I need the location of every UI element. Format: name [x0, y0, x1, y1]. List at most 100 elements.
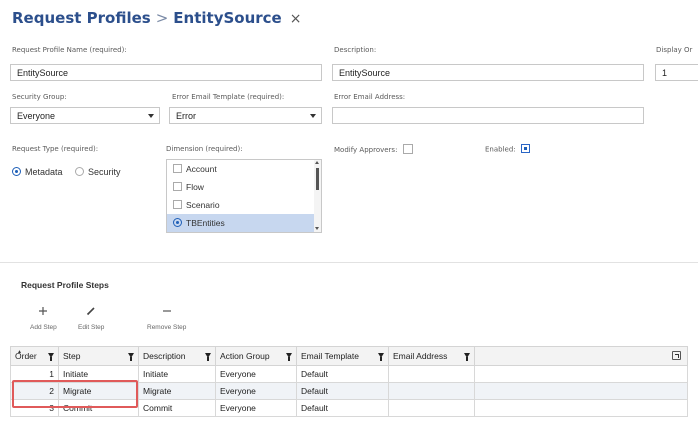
error-email-address-label: Error Email Address:	[334, 93, 406, 101]
filter-icon[interactable]	[378, 353, 384, 361]
breadcrumb-root[interactable]: Request Profiles	[12, 9, 151, 27]
cell-order[interactable]: 1	[10, 365, 59, 383]
scroll-down-icon[interactable]	[315, 227, 319, 230]
list-item-label: Scenario	[186, 200, 220, 210]
cell-action-group[interactable]: Everyone	[215, 382, 297, 400]
cell-description[interactable]: Initiate	[138, 365, 216, 383]
cell-step[interactable]: Initiate	[58, 365, 139, 383]
cell-action-group[interactable]: Everyone	[215, 365, 297, 383]
filter-icon[interactable]	[128, 353, 134, 361]
radio-empty-icon	[75, 167, 85, 177]
radio-metadata-label: Metadata	[25, 167, 63, 177]
minus-icon	[147, 306, 186, 320]
radio-selected-icon	[12, 167, 21, 177]
section-divider	[0, 262, 698, 263]
checkbox-icon	[173, 182, 182, 192]
cell-action-group[interactable]: Everyone	[215, 399, 297, 417]
list-item[interactable]: Flow	[167, 178, 321, 196]
request-type-group: Metadata Security	[12, 167, 121, 177]
cell-spacer	[474, 382, 688, 400]
filter-icon[interactable]	[464, 353, 470, 361]
radio-security[interactable]: Security	[75, 167, 121, 177]
security-group-value: Everyone	[17, 111, 56, 121]
list-item[interactable]: Scenario	[167, 196, 321, 214]
column-chooser-icon[interactable]	[672, 351, 681, 360]
list-item-label: TBEntities	[186, 218, 225, 228]
cell-description[interactable]: Migrate	[138, 382, 216, 400]
table-row[interactable]: 3 Commit Commit Everyone Default	[10, 399, 688, 417]
chevron-down-icon	[310, 114, 316, 118]
sort-indicator-icon: ▲	[17, 349, 22, 355]
col-header-order[interactable]: ▲ Order	[10, 346, 59, 366]
table-row[interactable]: 1 Initiate Initiate Everyone Default	[10, 365, 688, 383]
name-label: Request Profile Name (required):	[12, 46, 127, 54]
listbox-scrollbar[interactable]	[314, 160, 321, 232]
security-group-label: Security Group:	[12, 93, 67, 101]
col-header-action-group[interactable]: Action Group	[215, 346, 297, 366]
error-email-template-value: Error	[176, 111, 196, 121]
error-email-address-field[interactable]	[332, 107, 644, 124]
radio-metadata[interactable]: Metadata	[12, 167, 63, 177]
list-item-label: Account	[186, 164, 217, 174]
description-label: Description:	[334, 46, 377, 54]
cell-step[interactable]: Commit	[58, 399, 139, 417]
checkbox-icon	[173, 200, 182, 210]
cell-spacer	[474, 399, 688, 417]
cell-order[interactable]: 2	[10, 382, 59, 400]
filter-icon[interactable]	[48, 353, 54, 361]
filter-icon[interactable]	[286, 353, 292, 361]
col-header-description[interactable]: Description	[138, 346, 216, 366]
cell-order[interactable]: 3	[10, 399, 59, 417]
edit-step-button[interactable]: Edit Step	[78, 306, 104, 331]
col-header-label: Email Template	[301, 351, 359, 361]
steps-section-title: Request Profile Steps	[21, 280, 109, 290]
remove-step-button[interactable]: Remove Step	[147, 306, 186, 331]
error-email-template-select[interactable]: Error	[169, 107, 322, 124]
col-header-step[interactable]: Step	[58, 346, 139, 366]
cell-email-address[interactable]	[388, 382, 475, 400]
table-row[interactable]: 2 Migrate Migrate Everyone Default	[10, 382, 688, 400]
modify-approvers-label: Modify Approvers:	[334, 146, 398, 154]
enabled: Enabled:	[485, 144, 534, 154]
name-field[interactable]: EntitySource	[10, 64, 322, 81]
cell-email-address[interactable]	[388, 365, 475, 383]
pencil-icon	[78, 306, 104, 320]
close-icon[interactable]: ×	[290, 11, 302, 27]
enabled-checkbox[interactable]	[520, 144, 530, 153]
cell-email-template[interactable]: Default	[296, 399, 389, 417]
col-header-email-address[interactable]: Email Address	[388, 346, 475, 366]
scroll-up-icon[interactable]	[315, 161, 319, 164]
dimension-listbox[interactable]: Account Flow Scenario TBEntities	[166, 159, 322, 233]
cell-description[interactable]: Commit	[138, 399, 216, 417]
col-header-spacer	[474, 346, 688, 366]
breadcrumb-separator: >	[155, 9, 169, 27]
security-group-select[interactable]: Everyone	[10, 107, 160, 124]
display-order-field[interactable]: 1	[655, 64, 698, 81]
chevron-down-icon	[148, 114, 154, 118]
filter-icon[interactable]	[205, 353, 211, 361]
list-item-label: Flow	[186, 182, 204, 192]
cell-step[interactable]: Migrate	[58, 382, 139, 400]
page-title: Request Profiles > EntitySource ×	[12, 9, 301, 27]
modify-approvers: Modify Approvers:	[334, 144, 417, 155]
col-header-email-template[interactable]: Email Template	[296, 346, 389, 366]
list-item-selected[interactable]: TBEntities	[167, 214, 321, 232]
radio-selected-icon	[173, 218, 182, 228]
cell-email-template[interactable]: Default	[296, 382, 389, 400]
modify-approvers-checkbox[interactable]	[402, 144, 413, 154]
radio-security-label: Security	[88, 167, 121, 177]
scroll-thumb[interactable]	[316, 168, 319, 190]
checkbox-icon	[173, 164, 182, 174]
cell-email-address[interactable]	[388, 399, 475, 417]
add-step-button[interactable]: Add Step	[30, 306, 57, 331]
steps-table: ▲ Order Step Description Action Group Ema…	[10, 346, 688, 417]
remove-step-label: Remove Step	[147, 324, 187, 331]
cell-email-template[interactable]: Default	[296, 365, 389, 383]
display-order-label: Display Or	[656, 46, 693, 54]
enabled-label: Enabled:	[485, 145, 516, 154]
description-field[interactable]: EntitySource	[332, 64, 644, 81]
list-item[interactable]: Account	[167, 160, 321, 178]
cell-spacer	[474, 365, 688, 383]
col-header-label: Action Group	[220, 351, 270, 361]
error-email-template-label: Error Email Template (required):	[172, 93, 285, 101]
